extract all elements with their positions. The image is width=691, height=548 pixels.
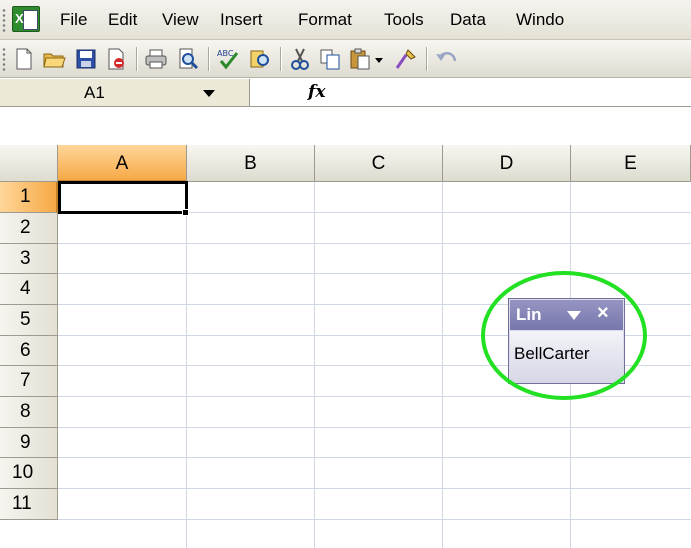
name-box[interactable]: A1 xyxy=(0,79,250,106)
menu-insert[interactable]: Insert xyxy=(220,10,263,30)
new-icon[interactable] xyxy=(10,45,38,73)
toolbar-separator xyxy=(426,47,427,71)
gridline xyxy=(58,396,691,397)
name-box-value: A1 xyxy=(84,83,105,102)
menu-window[interactable]: Windo xyxy=(516,10,564,30)
row-header-5[interactable]: 5 xyxy=(0,305,58,336)
highlight-ring xyxy=(481,271,647,400)
chevron-down-icon[interactable] xyxy=(203,90,215,97)
print-preview-icon[interactable] xyxy=(174,45,202,73)
excel-app-icon[interactable] xyxy=(12,6,40,32)
paste-icon[interactable] xyxy=(346,45,374,73)
menu-tools[interactable]: Tools xyxy=(384,10,424,30)
row-header-10[interactable]: 10 xyxy=(0,458,58,489)
print-icon[interactable] xyxy=(142,45,170,73)
toolbar-separator xyxy=(208,47,209,71)
formula-bar: A1 fx xyxy=(0,79,691,107)
paste-dropdown-icon[interactable] xyxy=(372,45,386,73)
column-header-a[interactable]: A xyxy=(58,145,187,182)
row-header-2[interactable]: 2 xyxy=(0,213,58,244)
toolbar-grip[interactable] xyxy=(2,47,6,71)
permission-icon[interactable] xyxy=(102,45,130,73)
row-header-11[interactable]: 11 xyxy=(0,489,58,520)
gridline xyxy=(58,243,691,244)
standard-toolbar: ABC xyxy=(0,40,691,78)
menu-edit[interactable]: Edit xyxy=(108,10,137,30)
format-painter-icon[interactable] xyxy=(392,45,420,73)
copy-icon[interactable] xyxy=(316,45,344,73)
save-icon[interactable] xyxy=(72,45,100,73)
insert-function-icon[interactable]: fx xyxy=(308,82,325,102)
row-header-9[interactable]: 9 xyxy=(0,428,58,458)
menubar-grip[interactable] xyxy=(2,8,6,32)
row-header-8[interactable]: 8 xyxy=(0,397,58,428)
select-all-corner[interactable] xyxy=(0,145,58,182)
menu-file[interactable]: File xyxy=(60,10,87,30)
column-header-c[interactable]: C xyxy=(315,145,443,182)
menu-data[interactable]: Data xyxy=(450,10,486,30)
gridline xyxy=(58,273,691,274)
row-header-1[interactable]: 1 xyxy=(0,182,58,213)
row-header-4[interactable]: 4 xyxy=(0,274,58,305)
research-icon[interactable] xyxy=(246,45,274,73)
column-header-e[interactable]: E xyxy=(571,145,691,182)
toolbar-separator xyxy=(280,47,281,71)
undo-icon[interactable] xyxy=(432,45,460,73)
column-header-d[interactable]: D xyxy=(443,145,571,182)
column-header-b[interactable]: B xyxy=(187,145,315,182)
menu-bar: File Edit View Insert Format Tools Data … xyxy=(0,0,691,40)
active-cell-a1[interactable] xyxy=(58,181,188,214)
gridline xyxy=(58,457,691,458)
row-header-7[interactable]: 7 xyxy=(0,366,58,397)
open-icon[interactable] xyxy=(40,45,68,73)
gridline xyxy=(58,427,691,428)
menu-view[interactable]: View xyxy=(162,10,199,30)
fill-handle[interactable] xyxy=(182,209,189,216)
cut-icon[interactable] xyxy=(286,45,314,73)
menu-format[interactable]: Format xyxy=(298,10,352,30)
gridline xyxy=(58,488,691,489)
row-header-6[interactable]: 6 xyxy=(0,336,58,366)
gridline xyxy=(58,519,691,520)
svg-text:ABC: ABC xyxy=(217,49,234,58)
row-header-3[interactable]: 3 xyxy=(0,244,58,274)
toolbar-separator xyxy=(136,47,137,71)
spelling-icon[interactable]: ABC xyxy=(214,45,242,73)
